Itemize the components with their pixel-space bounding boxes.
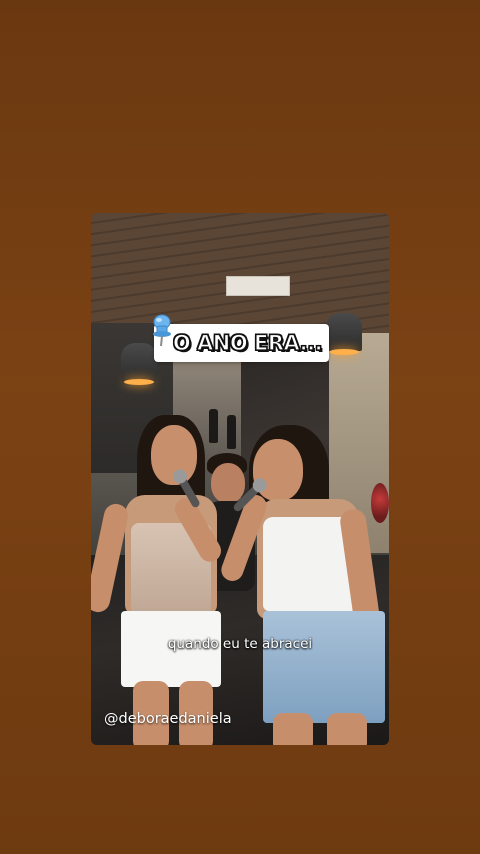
bottle bbox=[227, 415, 236, 449]
bottle bbox=[209, 409, 218, 443]
title-sticker[interactable]: O ANO ERA... bbox=[154, 324, 329, 362]
title-sticker-text: O ANO ERA... bbox=[172, 330, 323, 355]
ceiling-vent bbox=[226, 276, 290, 296]
lyric-caption: quando eu te abracei bbox=[167, 636, 313, 652]
pendant-lamp bbox=[121, 343, 157, 385]
account-handle[interactable]: @deboraedaniela bbox=[104, 711, 232, 727]
pushpin-icon bbox=[153, 314, 171, 347]
pendant-lamp bbox=[326, 313, 362, 355]
flowers bbox=[371, 483, 389, 523]
story-video-frame[interactable] bbox=[91, 213, 389, 745]
